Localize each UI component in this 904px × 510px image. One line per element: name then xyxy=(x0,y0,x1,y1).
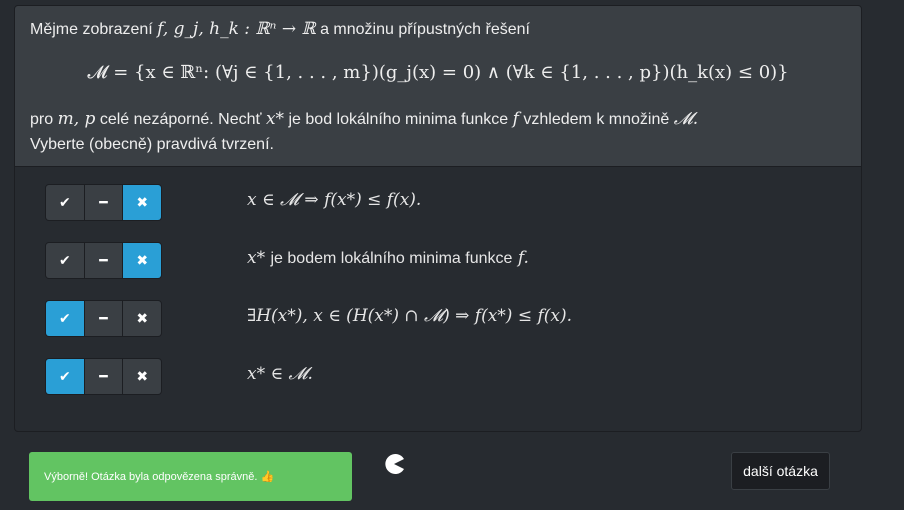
conditions-text-3: vzhledem k množině xyxy=(523,111,670,128)
question-header: Mějme zobrazení f, g_j, h_k : ℝⁿ → ℝ a m… xyxy=(15,6,861,167)
check-icon: ✔ xyxy=(58,252,71,269)
statement-row: ✔ ━ ✖ ∃H(x*), x ∈ (H(x*) ∩ 𝓜) ⇒ f(x*) ≤ … xyxy=(45,300,845,337)
intro-suffix: a množinu přípustných řešení xyxy=(320,21,530,38)
conditions-math-set: 𝓜. xyxy=(673,109,699,129)
next-question-button[interactable]: další otázka xyxy=(731,452,830,490)
mark-neutral-button[interactable]: ━ xyxy=(84,185,124,220)
minus-icon: ━ xyxy=(99,310,108,327)
mark-false-button[interactable]: ✖ xyxy=(123,301,161,336)
next-question-label: další otázka xyxy=(743,463,818,479)
pacman-icon xyxy=(385,454,404,474)
mark-true-button[interactable]: ✔ xyxy=(46,185,85,220)
minus-icon: ━ xyxy=(99,194,108,211)
intro-prefix: Mějme zobrazení xyxy=(30,21,153,38)
statement-text: x* je bodem lokálního minima funkce f. xyxy=(247,248,529,268)
statement-text: x ∈ 𝓜 ⇒ f(x*) ≤ f(x). xyxy=(247,190,421,210)
conditions-math-xstar: x* xyxy=(265,109,285,129)
statement-row: ✔ ━ ✖ x* ∈ 𝓜. xyxy=(45,358,845,395)
statement-math: x ∈ 𝓜 ⇒ f(x*) ≤ f(x). xyxy=(247,190,422,210)
mark-neutral-button[interactable]: ━ xyxy=(84,301,124,336)
cross-icon: ✖ xyxy=(136,194,149,211)
mark-true-button[interactable]: ✔ xyxy=(46,359,85,394)
minus-icon: ━ xyxy=(99,368,108,385)
mark-true-button[interactable]: ✔ xyxy=(46,301,85,336)
statement-row: ✔ ━ ✖ x ∈ 𝓜 ⇒ f(x*) ≤ f(x). xyxy=(45,184,845,221)
minus-icon: ━ xyxy=(99,252,108,269)
cross-icon: ✖ xyxy=(136,310,149,327)
statement-plain-text: je bodem lokálního minima funkce xyxy=(270,250,513,267)
statement-text: ∃H(x*), x ∈ (H(x*) ∩ 𝓜) ⇒ f(x*) ≤ f(x). xyxy=(247,306,572,326)
success-message: Výborně! Otázka byla odpovězena správně.… xyxy=(44,471,275,483)
mark-neutral-button[interactable]: ━ xyxy=(84,243,124,278)
mark-false-button[interactable]: ✖ xyxy=(123,359,161,394)
question-intro: Mějme zobrazení f, g_j, h_k : ℝⁿ → ℝ a m… xyxy=(30,19,530,39)
conditions-math-mp: m, p xyxy=(57,109,96,129)
mark-false-button[interactable]: ✖ xyxy=(123,185,161,220)
conditions-prefix: pro xyxy=(30,111,54,128)
question-instruction: Vyberte (obecně) pravdivá tvrzení. xyxy=(30,136,274,153)
check-icon: ✔ xyxy=(58,368,71,385)
mark-true-button[interactable]: ✔ xyxy=(46,243,85,278)
statement-row: ✔ ━ ✖ x* je bodem lokálního minima funkc… xyxy=(45,242,845,279)
conditions-math-f: f xyxy=(512,109,519,129)
question-conditions: pro m, p celé nezáporné. Nechť x* je bod… xyxy=(30,107,698,157)
statement-math-tail: f. xyxy=(517,248,529,268)
check-icon: ✔ xyxy=(58,194,71,211)
mark-false-button[interactable]: ✖ xyxy=(123,243,161,278)
check-icon: ✔ xyxy=(58,310,71,327)
statement-math: ∃H(x*), x ∈ (H(x*) ∩ 𝓜) ⇒ f(x*) ≤ f(x). xyxy=(247,306,573,326)
answer-toggle-group: ✔ ━ ✖ xyxy=(45,300,162,337)
answer-toggle-group: ✔ ━ ✖ xyxy=(45,242,162,279)
success-alert: Výborně! Otázka byla odpovězena správně.… xyxy=(29,452,352,501)
conditions-text-2: je bod lokálního minima funkce xyxy=(288,111,509,128)
statement-math: x* ∈ 𝓜. xyxy=(247,364,313,384)
statement-math: x* xyxy=(247,248,266,268)
answer-toggle-group: ✔ ━ ✖ xyxy=(45,358,162,395)
conditions-text-1: celé nezáporné. Nechť xyxy=(99,111,262,128)
feasible-set-formula: 𝓜 = {x ∈ ℝⁿ: (∀j ∈ {1, . . . , m})(g_j(x… xyxy=(87,62,789,83)
intro-math: f, g_j, h_k : ℝⁿ → ℝ xyxy=(157,19,316,39)
cross-icon: ✖ xyxy=(136,368,149,385)
question-panel: Mějme zobrazení f, g_j, h_k : ℝⁿ → ℝ a m… xyxy=(14,5,862,432)
statement-text: x* ∈ 𝓜. xyxy=(247,364,313,384)
cross-icon: ✖ xyxy=(136,252,149,269)
answer-toggle-group: ✔ ━ ✖ xyxy=(45,184,162,221)
mark-neutral-button[interactable]: ━ xyxy=(84,359,124,394)
